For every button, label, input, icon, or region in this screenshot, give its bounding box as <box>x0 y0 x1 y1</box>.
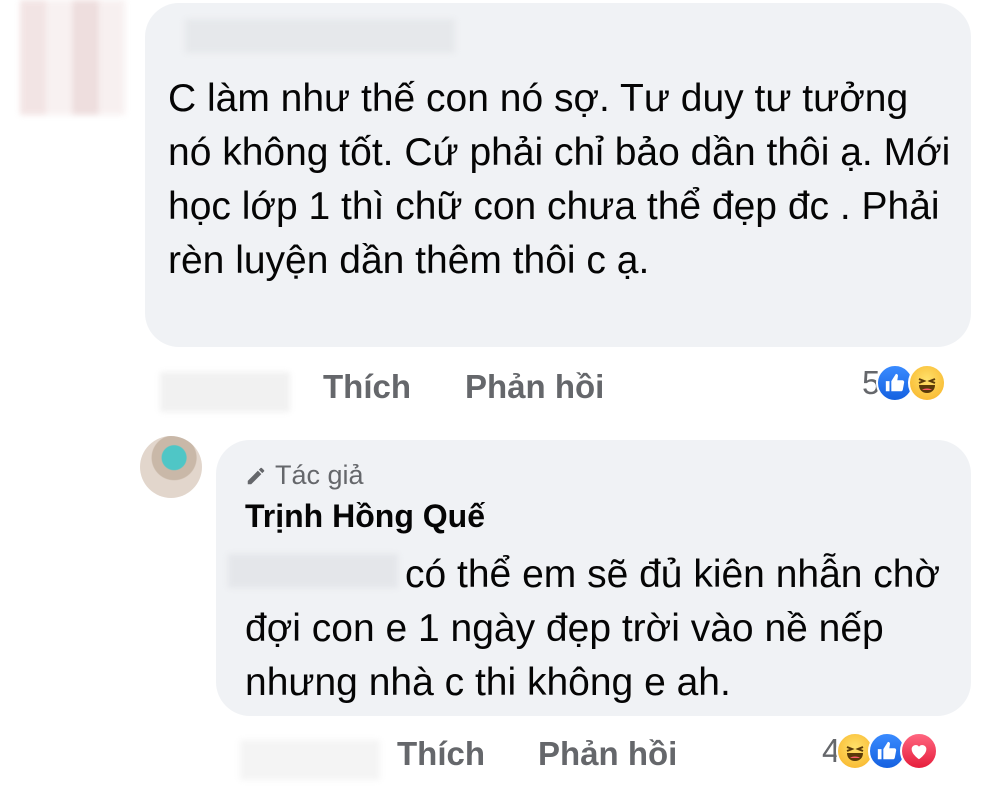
author-badge: Tác giả <box>245 460 364 491</box>
reaction-summary[interactable]: 4 <box>822 732 939 770</box>
like-button[interactable]: Thích <box>323 368 411 406</box>
like-button[interactable]: Thích <box>397 735 485 773</box>
avatar[interactable] <box>140 436 202 498</box>
reply-button[interactable]: Phản hồi <box>465 368 604 406</box>
redacted-timestamp <box>160 372 290 412</box>
redacted-author-name <box>185 19 455 53</box>
author-badge-label: Tác giả <box>275 460 364 490</box>
reply-text: có thể em sẽ đủ kiên nhẫn chờ đợi con e … <box>245 548 965 710</box>
reply-button[interactable]: Phản hồi <box>538 735 677 773</box>
reaction-summary[interactable]: 5 <box>862 364 947 402</box>
pencil-icon <box>247 467 265 484</box>
author-name[interactable]: Trịnh Hồng Quế <box>245 498 485 535</box>
comment-text: C làm như thế con nó sợ. Tư duy tư tưởng… <box>168 77 951 282</box>
redacted-timestamp-2 <box>240 740 380 780</box>
haha-icon <box>908 364 947 402</box>
reply-text-content: có thể em sẽ đủ kiên nhẫn chờ đợi con e … <box>245 553 941 704</box>
love-icon <box>900 732 939 770</box>
redacted-avatar-1 <box>20 0 125 115</box>
